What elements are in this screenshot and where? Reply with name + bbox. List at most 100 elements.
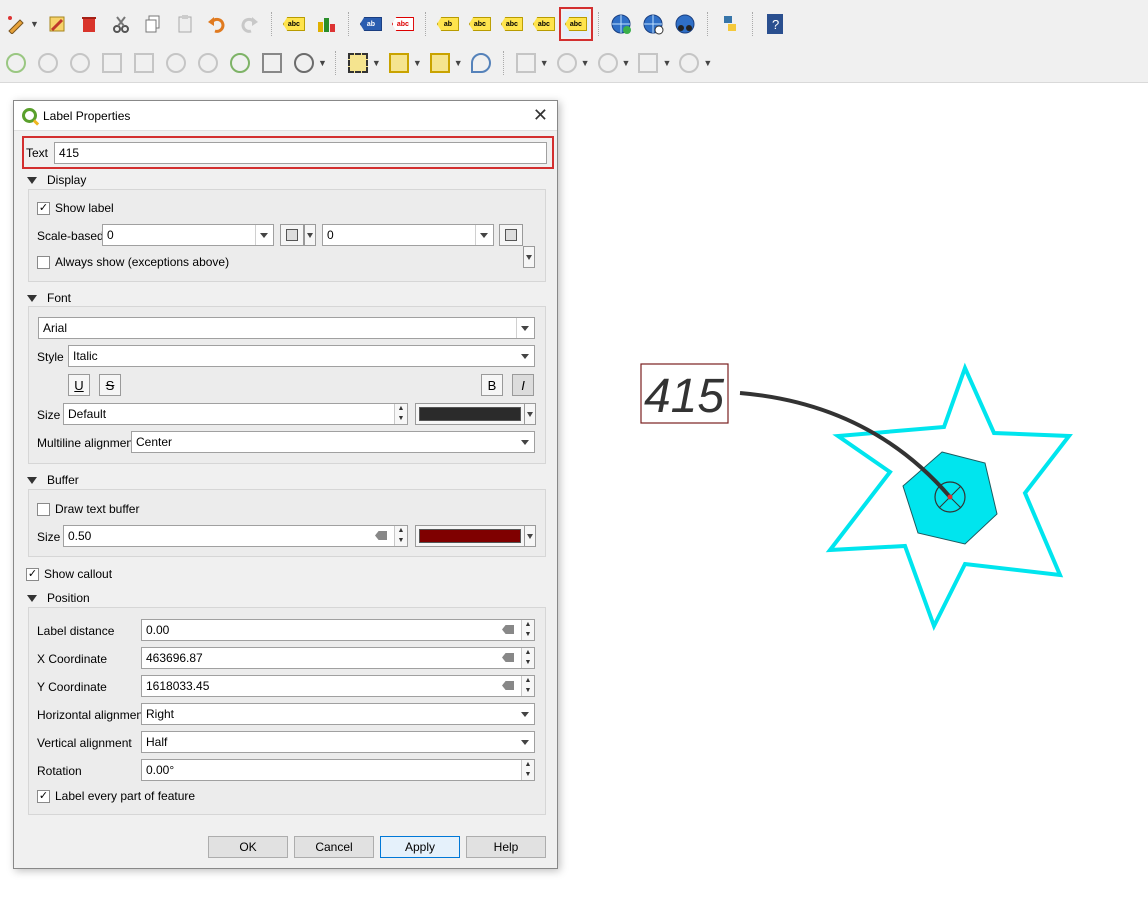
cut-icon[interactable]	[108, 11, 134, 37]
rotate-label-icon[interactable]: abc	[531, 11, 557, 37]
spin-arrows-icon[interactable]: ▲ ▼	[394, 526, 407, 546]
buffer-section-header[interactable]: Buffer	[27, 473, 79, 487]
split-features-icon[interactable]	[227, 50, 253, 76]
apply-button[interactable]: Apply	[380, 836, 460, 858]
checkbox-box[interactable]: ✓	[37, 202, 50, 216]
show-callout-checkbox[interactable]: ✓ Show callout	[26, 567, 112, 582]
override-dropdown-icon[interactable]	[304, 224, 316, 246]
select-features-icon[interactable]	[345, 50, 371, 76]
data-defined-override-button[interactable]	[499, 224, 523, 246]
italic-button[interactable]: I	[512, 374, 534, 396]
delete-ring-icon[interactable]	[99, 50, 125, 76]
scale-min-combo[interactable]: 0	[102, 224, 274, 246]
bold-button[interactable]: B	[481, 374, 503, 396]
spin-arrows-icon[interactable]: ▲ ▼	[521, 620, 534, 640]
label-every-part-checkbox[interactable]: ✓ Label every part of feature	[37, 789, 195, 804]
python-console-icon[interactable]	[717, 11, 743, 37]
dropdown-arrow-icon[interactable]: ▼	[30, 19, 39, 29]
strikeout-button[interactable]: S	[99, 374, 121, 396]
clear-icon[interactable]	[502, 625, 514, 634]
color-dropdown-icon[interactable]	[524, 525, 536, 547]
rotation-spinbox[interactable]: 0.00° ▲ ▼	[141, 759, 535, 781]
show-hide-label-icon[interactable]: abc	[467, 11, 493, 37]
qgis-logo-icon	[22, 108, 37, 123]
checkbox-box[interactable]: ✓	[26, 568, 39, 582]
change-label-properties-icon[interactable]: abc	[558, 7, 593, 41]
color-dropdown-icon[interactable]	[524, 403, 536, 425]
font-color-button[interactable]	[415, 403, 525, 425]
map-canvas[interactable]: 415	[560, 84, 1148, 894]
clear-icon[interactable]	[502, 681, 514, 690]
buffer-size-spinbox[interactable]: 0.50 ▲ ▼	[63, 525, 408, 547]
dialog-titlebar[interactable]: Label Properties ✕	[14, 101, 557, 131]
horizontal-alignment-combo[interactable]: Right	[141, 703, 535, 725]
data-defined-override-button[interactable]	[280, 224, 304, 246]
checkbox-box[interactable]	[37, 503, 50, 517]
label-distance-spinbox[interactable]: 0.00 ▲ ▼	[141, 619, 535, 641]
paste-icon[interactable]	[172, 11, 198, 37]
add-ring-icon[interactable]	[3, 50, 29, 76]
scale-max-combo[interactable]: 0	[322, 224, 494, 246]
reshape-icon[interactable]	[163, 50, 189, 76]
redo-icon[interactable]	[236, 11, 262, 37]
pin-unpin-label-icon[interactable]: ab	[435, 11, 461, 37]
ok-button[interactable]: OK	[208, 836, 288, 858]
select-by-value-icon[interactable]	[386, 50, 412, 76]
globe-search-icon[interactable]	[640, 11, 666, 37]
deselect-features-icon[interactable]	[427, 50, 453, 76]
y-coordinate-spinbox[interactable]: 1618033.45 ▲ ▼	[141, 675, 535, 697]
font-family-combo[interactable]: Arial	[38, 317, 535, 339]
globe-add-icon[interactable]	[608, 11, 634, 37]
dropdown-arrow-icon[interactable]: ▼	[454, 58, 463, 68]
map-label-text[interactable]: 415	[644, 370, 724, 423]
text-input[interactable]: 415	[54, 141, 548, 164]
spin-arrows-icon[interactable]: ▲ ▼	[521, 676, 534, 696]
display-section-header[interactable]: Display	[27, 173, 86, 187]
split-parts-icon[interactable]	[259, 50, 285, 76]
help-button[interactable]: Help	[466, 836, 546, 858]
diagram-toolbar-icon[interactable]	[313, 11, 339, 37]
dropdown-arrow-icon[interactable]: ▼	[413, 58, 422, 68]
x-coordinate-spinbox[interactable]: 463696.87 ▲ ▼	[141, 647, 535, 669]
dropdown-arrow-icon[interactable]: ▼	[318, 58, 327, 68]
globe-binoculars-icon[interactable]	[672, 11, 698, 37]
checkbox-box[interactable]	[37, 256, 50, 270]
clear-icon[interactable]	[375, 531, 387, 540]
override-dropdown-icon[interactable]	[523, 246, 535, 268]
copy-icon[interactable]	[140, 11, 166, 37]
vertical-alignment-combo[interactable]: Half	[141, 731, 535, 753]
position-section-header[interactable]: Position	[27, 591, 90, 605]
cancel-button[interactable]: Cancel	[294, 836, 374, 858]
font-size-spinbox[interactable]: Default ▲ ▼	[63, 403, 408, 425]
add-part-icon[interactable]	[35, 50, 61, 76]
show-label-checkbox[interactable]: ✓ Show label	[37, 201, 114, 216]
dropdown-arrow-icon[interactable]: ▼	[372, 58, 381, 68]
help-icon[interactable]: ?	[762, 11, 788, 37]
pin-label-icon[interactable]: ab	[358, 11, 384, 37]
spin-arrows-icon[interactable]: ▲ ▼	[521, 760, 534, 780]
undo-icon[interactable]	[204, 11, 230, 37]
font-section-header[interactable]: Font	[27, 291, 71, 305]
buffer-color-button[interactable]	[415, 525, 525, 547]
label-toolbar-icon[interactable]: abc	[281, 11, 307, 37]
font-style-combo[interactable]: Italic	[68, 345, 535, 367]
multiline-alignment-combo[interactable]: Center	[131, 431, 535, 453]
select-location-icon[interactable]	[468, 50, 494, 76]
checkbox-box[interactable]: ✓	[37, 790, 50, 804]
highlight-pinned-icon[interactable]: abc	[390, 11, 416, 37]
clear-icon[interactable]	[502, 653, 514, 662]
spin-arrows-icon[interactable]: ▲ ▼	[394, 404, 407, 424]
fill-ring-icon[interactable]	[67, 50, 93, 76]
edit-pencil-icon[interactable]	[44, 11, 70, 37]
always-show-checkbox[interactable]: Always show (exceptions above)	[37, 255, 229, 270]
draw-buffer-checkbox[interactable]: Draw text buffer	[37, 502, 139, 517]
delete-icon[interactable]	[76, 11, 102, 37]
close-icon[interactable]: ✕	[533, 105, 548, 125]
rotate-feature-icon[interactable]	[291, 50, 317, 76]
offset-curve-icon[interactable]	[195, 50, 221, 76]
move-label-icon[interactable]: abc	[499, 11, 525, 37]
underline-button[interactable]: U	[68, 374, 90, 396]
spin-arrows-icon[interactable]: ▲ ▼	[521, 648, 534, 668]
delete-part-icon[interactable]	[131, 50, 157, 76]
digitize-pencil-icon[interactable]	[3, 11, 29, 37]
